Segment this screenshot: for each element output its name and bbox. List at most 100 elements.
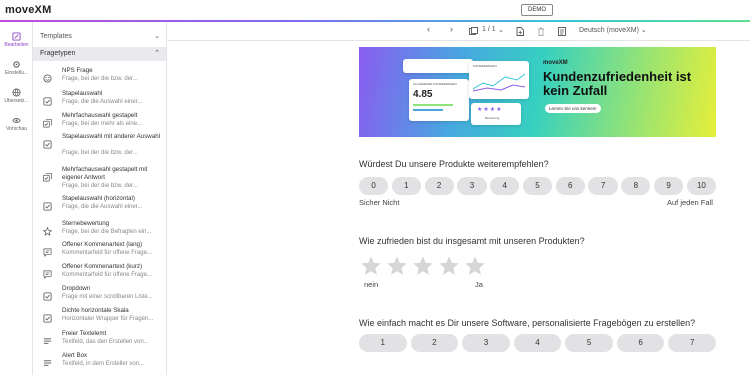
mock-bar-1	[413, 104, 453, 106]
multi-checkbox-icon	[43, 115, 52, 128]
checkbox-icon	[43, 288, 52, 301]
page-settings-icon[interactable]	[558, 27, 566, 38]
scale-option-button[interactable]: 3	[462, 334, 510, 352]
nps-option-button[interactable]: 2	[424, 177, 454, 195]
rail-item-edit[interactable]: Bearbeiten	[0, 26, 33, 54]
nps-option-button[interactable]: 7	[588, 177, 618, 195]
question-type-description: Textfeld, das den Erstellen von...	[62, 339, 149, 345]
nps-left-anchor: Sicher Nicht	[359, 198, 400, 207]
question-type-title: Mehrfachauswahl gestapelt	[62, 112, 138, 119]
star-icon[interactable]	[412, 255, 434, 277]
nps-right-anchor: Auf jeden Fall	[667, 198, 713, 207]
mock-label-1: ALLGEMEINE ZUFRIEDENHEIT	[413, 82, 458, 86]
demo-button[interactable]: DEMO	[521, 4, 553, 16]
next-page-button[interactable]: ›	[450, 24, 453, 34]
fragetypen-section-header[interactable]: Fragetypen ⌃	[33, 47, 166, 61]
star-icon[interactable]	[360, 255, 382, 277]
question-type-title: Sternebewertung	[62, 220, 110, 227]
eye-icon	[12, 118, 21, 123]
question-type-title: NPS Frage	[62, 67, 93, 74]
mock-card-chart: ZUFRIEDENHEIT	[469, 61, 529, 99]
editor-toolbar: ‹ › 1 / 1 ⌄ Deutsch (moveXM) ⌄	[168, 22, 750, 41]
scale-option-button[interactable]: 1	[359, 334, 407, 352]
survey-banner-image: ALLGEMEINE ZUFRIEDENHEIT 4.85 ZUFRIEDENH…	[359, 47, 716, 137]
checkbox-icon	[43, 93, 52, 106]
mock-line-chart-icon	[473, 73, 525, 92]
app-logo: moveXM	[5, 4, 52, 16]
nps-option-button[interactable]: 8	[621, 177, 651, 195]
chevron-down-icon: ⌄	[640, 27, 647, 34]
question-type-title: Mehrfachauswahl gestapelt mit eigener An…	[62, 166, 148, 181]
mock-rating-stars-icon: ★★★★	[477, 107, 503, 113]
rail-item-preview[interactable]: Vorschau	[0, 110, 33, 138]
comment-icon	[43, 244, 52, 257]
stars-right-anchor: Ja	[475, 280, 483, 289]
question-type-title: Dichte horizontale Skala	[62, 307, 129, 314]
question-type-description: Frage, bei der die bzw. der...	[62, 183, 138, 189]
question-type-description: Frage, die die Auswahl einer...	[62, 99, 143, 105]
mock-card-rating: ★★★★ Bewertung	[471, 103, 521, 125]
question-type-title: Dropdown	[62, 285, 91, 292]
add-page-icon[interactable]	[516, 27, 524, 38]
scale-option-button[interactable]: 6	[616, 334, 665, 352]
question-type-description: Frage, bei der mehr als eine...	[62, 121, 143, 127]
scale-option-button[interactable]: 4	[513, 334, 562, 352]
nps-option-button[interactable]: 10	[686, 177, 716, 195]
rail-label-edit: Bearbeiten	[4, 42, 29, 48]
star-icon[interactable]	[438, 255, 460, 277]
question-title-scale: Wie einfach macht es Dir unsere Software…	[359, 318, 696, 328]
gear-icon	[13, 61, 20, 68]
nps-option-button[interactable]: 4	[490, 177, 520, 195]
scale-option-button[interactable]: 7	[668, 334, 716, 352]
checkbox-icon	[43, 136, 52, 149]
scale-option-button[interactable]: 2	[410, 334, 459, 352]
question-type-description: Frage, bei der die bzw. der...	[62, 76, 138, 82]
globe-icon	[12, 88, 21, 97]
page-dropdown-chevron-icon[interactable]: ⌄	[498, 26, 504, 34]
text-icon	[43, 333, 52, 344]
nps-option-button[interactable]: 6	[555, 177, 585, 195]
rail-label-translate: Übersetz...	[4, 98, 29, 104]
delete-page-icon[interactable]	[537, 27, 545, 38]
prev-page-button[interactable]: ‹	[427, 24, 430, 34]
mock-card-score: ALLGEMEINE ZUFRIEDENHEIT 4.85	[409, 79, 469, 121]
scale-option-button[interactable]: 5	[565, 334, 613, 352]
nps-option-button[interactable]: 3	[457, 177, 487, 195]
rail-label-settings: Einstellu...	[4, 70, 29, 76]
star-icon[interactable]	[464, 255, 486, 277]
page-indicator: 1 / 1	[482, 26, 496, 33]
left-rail: Bearbeiten Einstellu... Übersetz... Vors…	[0, 22, 33, 375]
question-type-title: Offener Kommenartext (kurz)	[62, 263, 143, 270]
star-icon[interactable]	[386, 255, 408, 277]
banner-headline: Kundenzufriedenheit ist kein Zufall	[543, 69, 692, 98]
question-type-title: Freier Textelemt	[62, 330, 107, 337]
nps-option-button[interactable]: 5	[522, 177, 553, 195]
top-bar: moveXM DEMO	[0, 0, 750, 20]
text-icon	[43, 355, 52, 366]
chevron-up-icon: ⌃	[154, 50, 160, 57]
rail-item-translate[interactable]: Übersetz...	[0, 82, 33, 110]
question-type-description: Kommentarfeld für offene Frage...	[62, 272, 152, 278]
smiley-icon	[43, 70, 52, 83]
templates-label: Templates	[40, 33, 72, 40]
pages-icon[interactable]	[469, 27, 478, 37]
checkbox-icon	[43, 310, 52, 323]
nps-option-button[interactable]: 0	[359, 177, 389, 195]
checkbox-icon	[43, 198, 52, 211]
star-icon	[42, 223, 53, 236]
question-title-nps: Würdest Du unsere Produkte weiterempfehl…	[359, 159, 549, 169]
rail-item-settings[interactable]: Einstellu...	[0, 54, 33, 82]
templates-section-header[interactable]: Templates ⌄	[33, 30, 166, 44]
comment-icon	[43, 266, 52, 279]
question-type-description: Frage, bei der die Befragten ein...	[62, 229, 152, 235]
question-type-title: Alert Box	[62, 352, 88, 359]
language-select[interactable]: Deutsch (moveXM) ⌄	[579, 26, 647, 34]
chevron-down-icon: ⌄	[154, 33, 160, 40]
question-title-stars: Wie zufrieden bist du insgesamt mit unse…	[359, 236, 585, 246]
nps-option-button[interactable]: 9	[654, 177, 684, 195]
question-type-title: Stapelauswahl	[62, 90, 103, 97]
nps-option-button[interactable]: 1	[391, 177, 421, 195]
edit-icon	[12, 32, 21, 41]
language-value: Deutsch (moveXM)	[579, 27, 639, 34]
mock-card-top	[403, 59, 473, 73]
